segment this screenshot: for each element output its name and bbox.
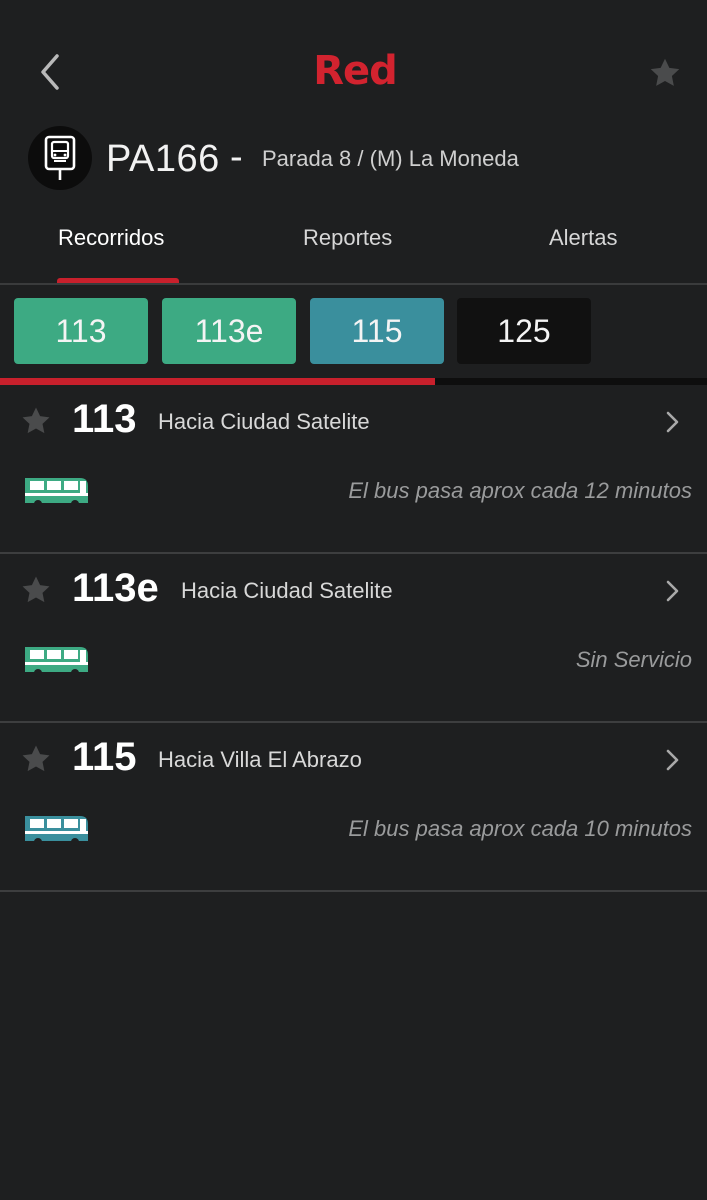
top-bar: Red bbox=[0, 0, 707, 130]
tab-alertas[interactable]: Alertas bbox=[549, 225, 617, 251]
chevron-right-icon bbox=[660, 407, 684, 437]
route-frequency: Sin Servicio bbox=[575, 647, 692, 672]
route-chip-113e[interactable]: 113e bbox=[162, 298, 296, 364]
stop-code: PA166 bbox=[106, 138, 220, 180]
star-icon bbox=[22, 576, 50, 603]
bus-icon bbox=[25, 647, 88, 677]
route-chip-113[interactable]: 113 bbox=[14, 298, 148, 364]
route-row[interactable]: 115 Hacia Villa El Abrazo El bus pasa ap… bbox=[0, 723, 707, 892]
route-list: 113 Hacia Ciudad Satelite El bus pasa ap… bbox=[0, 385, 707, 892]
chip-scroll-indicator bbox=[0, 378, 435, 385]
route-destination: Hacia Ciudad Satelite bbox=[158, 409, 370, 434]
bus-stop-icon bbox=[28, 126, 92, 190]
logo-text: Red bbox=[313, 48, 398, 94]
chip-scroll-track bbox=[0, 378, 707, 385]
route-chip-125[interactable]: 125 bbox=[457, 298, 591, 364]
bus-icon bbox=[25, 478, 88, 508]
route-frequency: El bus pasa aprox cada 10 minutos bbox=[348, 816, 692, 841]
star-icon bbox=[22, 407, 50, 434]
route-chips: 113 113e 115 125 bbox=[0, 298, 707, 368]
chevron-right-icon bbox=[660, 576, 684, 606]
route-destination: Hacia Villa El Abrazo bbox=[158, 747, 362, 772]
active-tab-indicator bbox=[57, 278, 179, 283]
route-frequency: El bus pasa aprox cada 12 minutos bbox=[348, 478, 692, 503]
route-row[interactable]: 113e Hacia Ciudad Satelite Sin Servicio bbox=[0, 554, 707, 723]
route-number: 113e bbox=[72, 566, 159, 610]
route-row[interactable]: 113 Hacia Ciudad Satelite El bus pasa ap… bbox=[0, 385, 707, 554]
favorite-route-button[interactable] bbox=[18, 741, 54, 777]
chevron-left-icon bbox=[41, 54, 59, 90]
stop-header: PA166 - Parada 8 / (M) La Moneda bbox=[0, 126, 707, 196]
route-chip-115[interactable]: 115 bbox=[310, 298, 444, 364]
tab-bar: Recorridos Reportes Alertas bbox=[0, 205, 707, 285]
star-icon bbox=[650, 58, 680, 86]
back-button[interactable] bbox=[30, 50, 70, 94]
bus-icon bbox=[25, 816, 88, 846]
app-logo: Red bbox=[300, 44, 410, 98]
favorite-stop-button[interactable] bbox=[644, 52, 686, 94]
route-destination: Hacia Ciudad Satelite bbox=[181, 578, 393, 603]
favorite-route-button[interactable] bbox=[18, 572, 54, 608]
tab-recorridos[interactable]: Recorridos bbox=[58, 225, 164, 251]
star-icon bbox=[22, 745, 50, 772]
stop-separator: - bbox=[230, 136, 243, 178]
route-number: 113 bbox=[72, 397, 137, 441]
chevron-right-icon bbox=[660, 745, 684, 775]
stop-name: Parada 8 / (M) La Moneda bbox=[262, 146, 519, 171]
favorite-route-button[interactable] bbox=[18, 403, 54, 439]
tab-reportes[interactable]: Reportes bbox=[303, 225, 392, 251]
route-number: 115 bbox=[72, 735, 137, 779]
